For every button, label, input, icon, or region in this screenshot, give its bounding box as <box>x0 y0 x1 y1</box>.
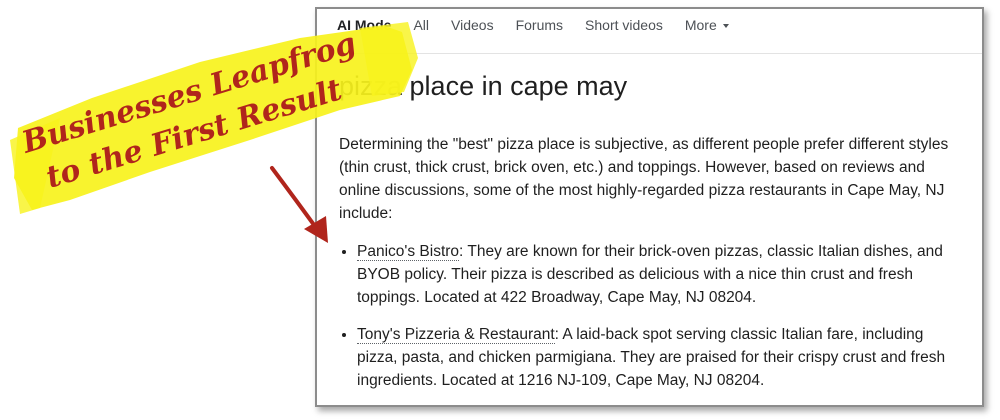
answer-intro: Determining the "best" pizza place is su… <box>339 136 949 222</box>
tab-all[interactable]: All <box>413 17 429 33</box>
tabs-divider <box>317 53 982 54</box>
ai-answer: Determining the "best" pizza place is su… <box>339 133 964 405</box>
list-item: Panico's Bistro: They are known for thei… <box>357 240 964 309</box>
banner-line-2: to the First Result <box>42 72 346 195</box>
tab-short-videos[interactable]: Short videos <box>585 17 663 33</box>
tab-ai-mode[interactable]: AI Mode <box>337 17 391 33</box>
list-item: Tony's Pizzeria & Restaurant: A laid-bac… <box>357 323 964 392</box>
search-tabs: AI Mode All Videos Forums Short videos M… <box>337 9 751 41</box>
business-link-tonys-pizzeria[interactable]: Tony's Pizzeria & Restaurant <box>357 326 555 344</box>
tab-forums[interactable]: Forums <box>516 17 563 33</box>
tab-more[interactable]: More <box>685 17 729 33</box>
search-results-panel: AI Mode All Videos Forums Short videos M… <box>315 7 984 407</box>
tab-videos[interactable]: Videos <box>451 17 494 33</box>
banner-line-1: Businesses Leapfrog <box>17 26 360 161</box>
query-text: pizza place in cape may <box>339 71 628 101</box>
tab-more-label: More <box>684 17 717 33</box>
screenshot-stage: AI Mode All Videos Forums Short videos M… <box>0 0 1000 420</box>
query-heading: pizza place in cape may <box>339 71 627 102</box>
business-link-panicos-bistro[interactable]: Panico's Bistro <box>357 243 460 261</box>
chevron-down-icon <box>722 23 729 28</box>
restaurant-list: Panico's Bistro: They are known for thei… <box>339 240 964 392</box>
